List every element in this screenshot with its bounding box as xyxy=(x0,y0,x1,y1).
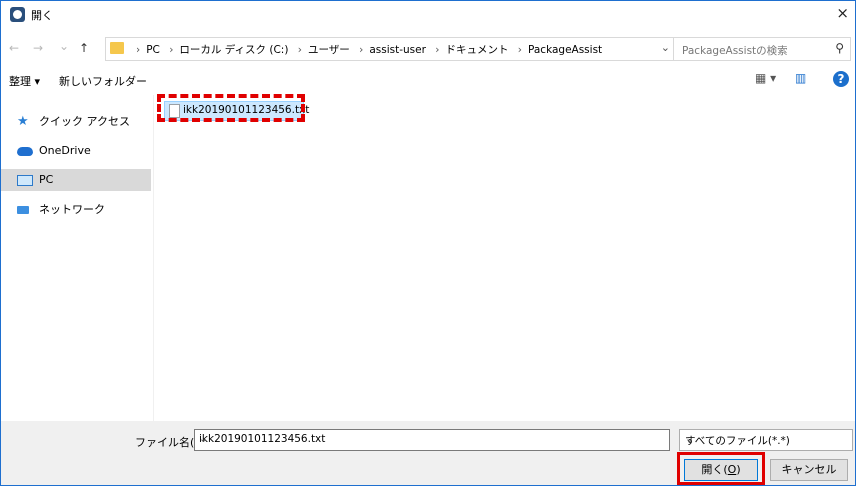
folder-icon xyxy=(110,42,124,54)
search-box[interactable]: PackageAssistの検索 ⚲ xyxy=(673,37,851,61)
organize-button[interactable]: 整理 ▾ xyxy=(9,73,40,89)
open-file-dialog: 開く × ← → ⌄ ↑ › PC › ローカル ディスク (C:) › ユーザー ›… xyxy=(0,0,856,486)
sidebar-item-label: OneDrive xyxy=(39,144,91,157)
up-arrow-icon[interactable]: ↑ xyxy=(79,41,89,55)
filename-input[interactable]: ikk20190101123456.txt ⌄ xyxy=(194,429,670,451)
file-type-select[interactable]: すべてのファイル(*.*) ⌄ xyxy=(679,429,853,451)
recent-locations-icon[interactable]: ⌄ xyxy=(59,39,69,53)
cloud-icon xyxy=(17,147,33,156)
sidebar-item-label: ネットワーク xyxy=(39,203,105,216)
window-title: 開く xyxy=(31,9,53,22)
breadcrumb-separator: › xyxy=(435,44,440,56)
help-icon[interactable]: ? xyxy=(833,71,849,87)
new-folder-button[interactable]: 新しいフォルダー xyxy=(59,73,147,89)
breadcrumb-item-user[interactable]: assist-user xyxy=(369,44,426,56)
star-icon: ★ xyxy=(17,114,29,129)
highlight-annotation-solid xyxy=(677,452,765,485)
navigation-bar: ← → ⌄ ↑ › PC › ローカル ディスク (C:) › ユーザー › assis… xyxy=(1,37,855,61)
app-icon xyxy=(10,7,25,22)
sidebar-item-onedrive[interactable]: OneDrive xyxy=(1,140,151,162)
breadcrumb-separator: › xyxy=(517,44,522,56)
chevron-down-icon[interactable]: ⌄ xyxy=(685,433,847,445)
breadcrumb-separator: › xyxy=(359,44,364,56)
breadcrumb-item-documents[interactable]: ドキュメント xyxy=(445,44,508,56)
highlight-annotation-dashed xyxy=(157,94,305,122)
file-list: ikk20190101123456.txt xyxy=(154,94,854,421)
filename-label-prefix: ファイル名( xyxy=(135,436,195,449)
title-bar: 開く × xyxy=(1,1,855,29)
breadcrumb-separator: › xyxy=(136,44,141,56)
forward-arrow-icon[interactable]: → xyxy=(33,41,43,55)
network-icon xyxy=(17,206,29,214)
address-dropdown-icon[interactable]: ⌄ xyxy=(661,41,670,54)
cancel-button[interactable]: キャンセル xyxy=(770,459,848,481)
close-icon[interactable]: × xyxy=(836,4,849,22)
address-bar[interactable]: › PC › ローカル ディスク (C:) › ユーザー › assist-user ›… xyxy=(105,37,697,61)
breadcrumb-item-packageassist[interactable]: PackageAssist xyxy=(528,44,602,56)
preview-pane-icon[interactable]: ▥ xyxy=(795,71,806,85)
breadcrumb-item-users[interactable]: ユーザー xyxy=(308,44,350,56)
sidebar-item-quick-access[interactable]: ★ クイック アクセス xyxy=(1,111,151,133)
breadcrumb-separator: › xyxy=(169,44,174,56)
search-placeholder: PackageAssistの検索 xyxy=(682,45,788,57)
back-arrow-icon[interactable]: ← xyxy=(9,41,19,55)
sidebar-item-label: クイック アクセス xyxy=(39,115,130,128)
command-bar: 整理 ▾ 新しいフォルダー ▦ ▾ ▥ ? xyxy=(1,67,855,93)
breadcrumb: › PC › ローカル ディスク (C:) › ユーザー › assist-user ›… xyxy=(130,42,602,57)
view-options-icon[interactable]: ▦ ▾ xyxy=(755,71,776,85)
breadcrumb-item-pc[interactable]: PC xyxy=(146,44,160,56)
breadcrumb-item-local-disk[interactable]: ローカル ディスク (C:) xyxy=(179,44,288,56)
sidebar-item-pc[interactable]: PC xyxy=(1,169,151,191)
navigation-pane: ★ クイック アクセス OneDrive PC ネットワーク xyxy=(1,95,153,421)
breadcrumb-separator: › xyxy=(297,44,302,56)
sidebar-item-network[interactable]: ネットワーク xyxy=(1,199,151,221)
computer-icon xyxy=(17,175,33,186)
search-icon[interactable]: ⚲ xyxy=(835,41,844,55)
chevron-down-icon[interactable]: ⌄ xyxy=(199,433,665,445)
dialog-footer: ファイル名(N): ikk20190101123456.txt ⌄ すべてのファ… xyxy=(1,421,855,485)
sidebar-item-label: PC xyxy=(39,173,54,186)
